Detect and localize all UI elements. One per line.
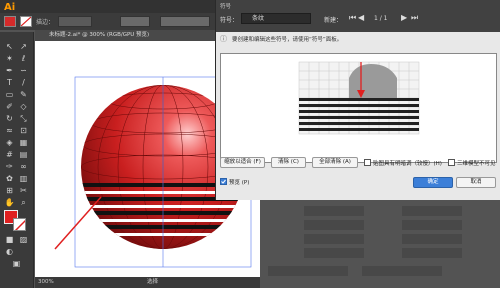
status-bar: 300% 选择 <box>35 277 260 288</box>
cancel-button[interactable]: 取消 <box>456 177 496 188</box>
width-tool-icon[interactable]: ≈ <box>4 126 15 135</box>
stroke-label: 描边： <box>36 19 55 26</box>
symbol-label: 符号： <box>220 17 239 24</box>
option-row <box>402 206 462 216</box>
eraser-tool-icon[interactable]: ◇ <box>18 102 29 111</box>
gradient-mode-icon[interactable]: ▨ <box>18 235 29 244</box>
stroke-color-box[interactable] <box>13 218 26 231</box>
shape-builder-tool-icon[interactable]: ◈ <box>4 138 15 147</box>
document-tab[interactable]: 未标题-2.ai* @ 300% (RGB/GPU 预览) <box>35 30 215 41</box>
first-surface-icon[interactable]: ⏮ <box>349 13 356 23</box>
draw-mode-icon[interactable]: ◐ <box>4 247 15 256</box>
curvature-tool-icon[interactable]: ∽ <box>18 66 29 75</box>
blend-tool-icon[interactable]: ∞ <box>18 162 29 171</box>
color-mode-icon[interactable]: ■ <box>4 235 15 244</box>
surface-map <box>298 61 420 135</box>
option-row <box>304 206 364 216</box>
preview-checkbox[interactable] <box>220 178 227 185</box>
paintbrush-tool-icon[interactable]: ✎ <box>18 90 29 99</box>
option-row <box>268 266 348 276</box>
rotate-tool-icon[interactable]: ↻ <box>4 114 15 123</box>
info-icon: ⓘ <box>220 35 227 43</box>
map-preview-canvas[interactable] <box>220 53 497 163</box>
invisible-geometry-checkbox[interactable] <box>448 159 455 166</box>
direct-selection-tool-icon[interactable]: ↗ <box>18 42 29 51</box>
clear-all-button[interactable]: 全部清除 (A) <box>312 157 358 168</box>
check-icon <box>221 179 226 184</box>
annotation-arrow <box>54 196 102 250</box>
option-row <box>402 234 462 244</box>
status-tool: 选择 <box>147 279 159 285</box>
map-art-dialog: ⓘ 要创建和编辑这些符号，请使用“符号”面板。 缩放以适合 (F) 清除 (C)… <box>215 32 500 200</box>
symbol-dropdown-value: 条纹 <box>252 15 265 22</box>
dialog-message: 要创建和编辑这些符号，请使用“符号”面板。 <box>232 37 343 43</box>
slice-tool-icon[interactable]: ✂ <box>18 186 29 195</box>
background-3d-options-panel <box>262 200 500 288</box>
option-row <box>304 248 364 258</box>
stroke-weight-field[interactable] <box>58 16 92 27</box>
new-label: 新建： <box>324 17 343 24</box>
control-bar: 描边： <box>0 13 215 30</box>
scale-to-fit-button[interactable]: 缩放以适合 (F) <box>220 157 265 168</box>
tools-panel: ↖ ↗ ✶ ℓ ✒ ∽ T / ▭ ✎ ✐ ◇ ↻ ⤡ ≈ ⊡ ◈ ▦ # ▤ … <box>0 32 34 288</box>
mesh-tool-icon[interactable]: # <box>4 150 15 159</box>
magic-wand-tool-icon[interactable]: ✶ <box>4 54 15 63</box>
previous-surface-icon[interactable]: ◀ <box>358 13 364 22</box>
fill-swatch[interactable] <box>4 16 16 27</box>
type-tool-icon[interactable]: T <box>4 78 15 87</box>
option-row <box>402 248 462 258</box>
option-row <box>402 220 462 230</box>
stroke-swatch[interactable] <box>20 16 32 27</box>
selection-tool-icon[interactable]: ↖ <box>4 42 15 51</box>
pen-tool-icon[interactable]: ✒ <box>4 66 15 75</box>
hand-tool-icon[interactable]: ✋ <box>4 198 15 207</box>
lasso-tool-icon[interactable]: ℓ <box>18 54 29 63</box>
shaper-tool-icon[interactable]: ✐ <box>4 102 15 111</box>
rectangle-tool-icon[interactable]: ▭ <box>4 90 15 99</box>
dialog-title: 符号 <box>220 4 232 10</box>
artboard-tool-icon[interactable]: ⊞ <box>4 186 15 195</box>
option-row <box>304 234 364 244</box>
free-transform-tool-icon[interactable]: ⊡ <box>18 126 29 135</box>
shade-artwork-label: 贴图具有明暗调（较慢）(H) <box>373 161 442 167</box>
no-stroke-icon <box>20 16 32 27</box>
app-logo: Ai <box>4 2 16 13</box>
eyedropper-tool-icon[interactable]: ✑ <box>4 162 15 171</box>
ok-button[interactable]: 确定 <box>413 177 453 188</box>
clear-button[interactable]: 清除 (C) <box>271 157 306 168</box>
scale-tool-icon[interactable]: ⤡ <box>18 114 29 123</box>
option-row <box>362 266 442 276</box>
symbol-sprayer-tool-icon[interactable]: ✿ <box>4 174 15 183</box>
map-art-dialog-header: 符号 符号： 条纹 新建： ⏮ ◀ 1 / 1 ▶ ⏭ <box>215 0 500 32</box>
zoom-tool-icon[interactable]: ⌕ <box>18 198 29 207</box>
symbol-dropdown[interactable]: 条纹 <box>241 13 311 24</box>
screen-mode-icon[interactable]: ▣ <box>11 259 22 268</box>
none-stroke-icon <box>14 219 25 230</box>
invisible-geometry-label: 三维模型不可见 <box>457 161 496 167</box>
option-row <box>304 220 364 230</box>
perspective-grid-tool-icon[interactable]: ▦ <box>18 138 29 147</box>
shade-artwork-checkbox[interactable] <box>364 159 371 166</box>
variable-width-field[interactable] <box>120 16 150 27</box>
column-graph-tool-icon[interactable]: ▥ <box>18 174 29 183</box>
zoom-level[interactable]: 300% <box>38 277 54 288</box>
gradient-tool-icon[interactable]: ▤ <box>18 150 29 159</box>
preview-label: 预览 (P) <box>229 180 250 186</box>
brush-field[interactable] <box>160 16 210 27</box>
last-surface-icon[interactable]: ⏭ <box>411 13 418 23</box>
next-surface-icon[interactable]: ▶ <box>401 13 407 22</box>
line-tool-icon[interactable]: / <box>18 78 29 87</box>
page-counter: 1 / 1 <box>374 15 388 22</box>
